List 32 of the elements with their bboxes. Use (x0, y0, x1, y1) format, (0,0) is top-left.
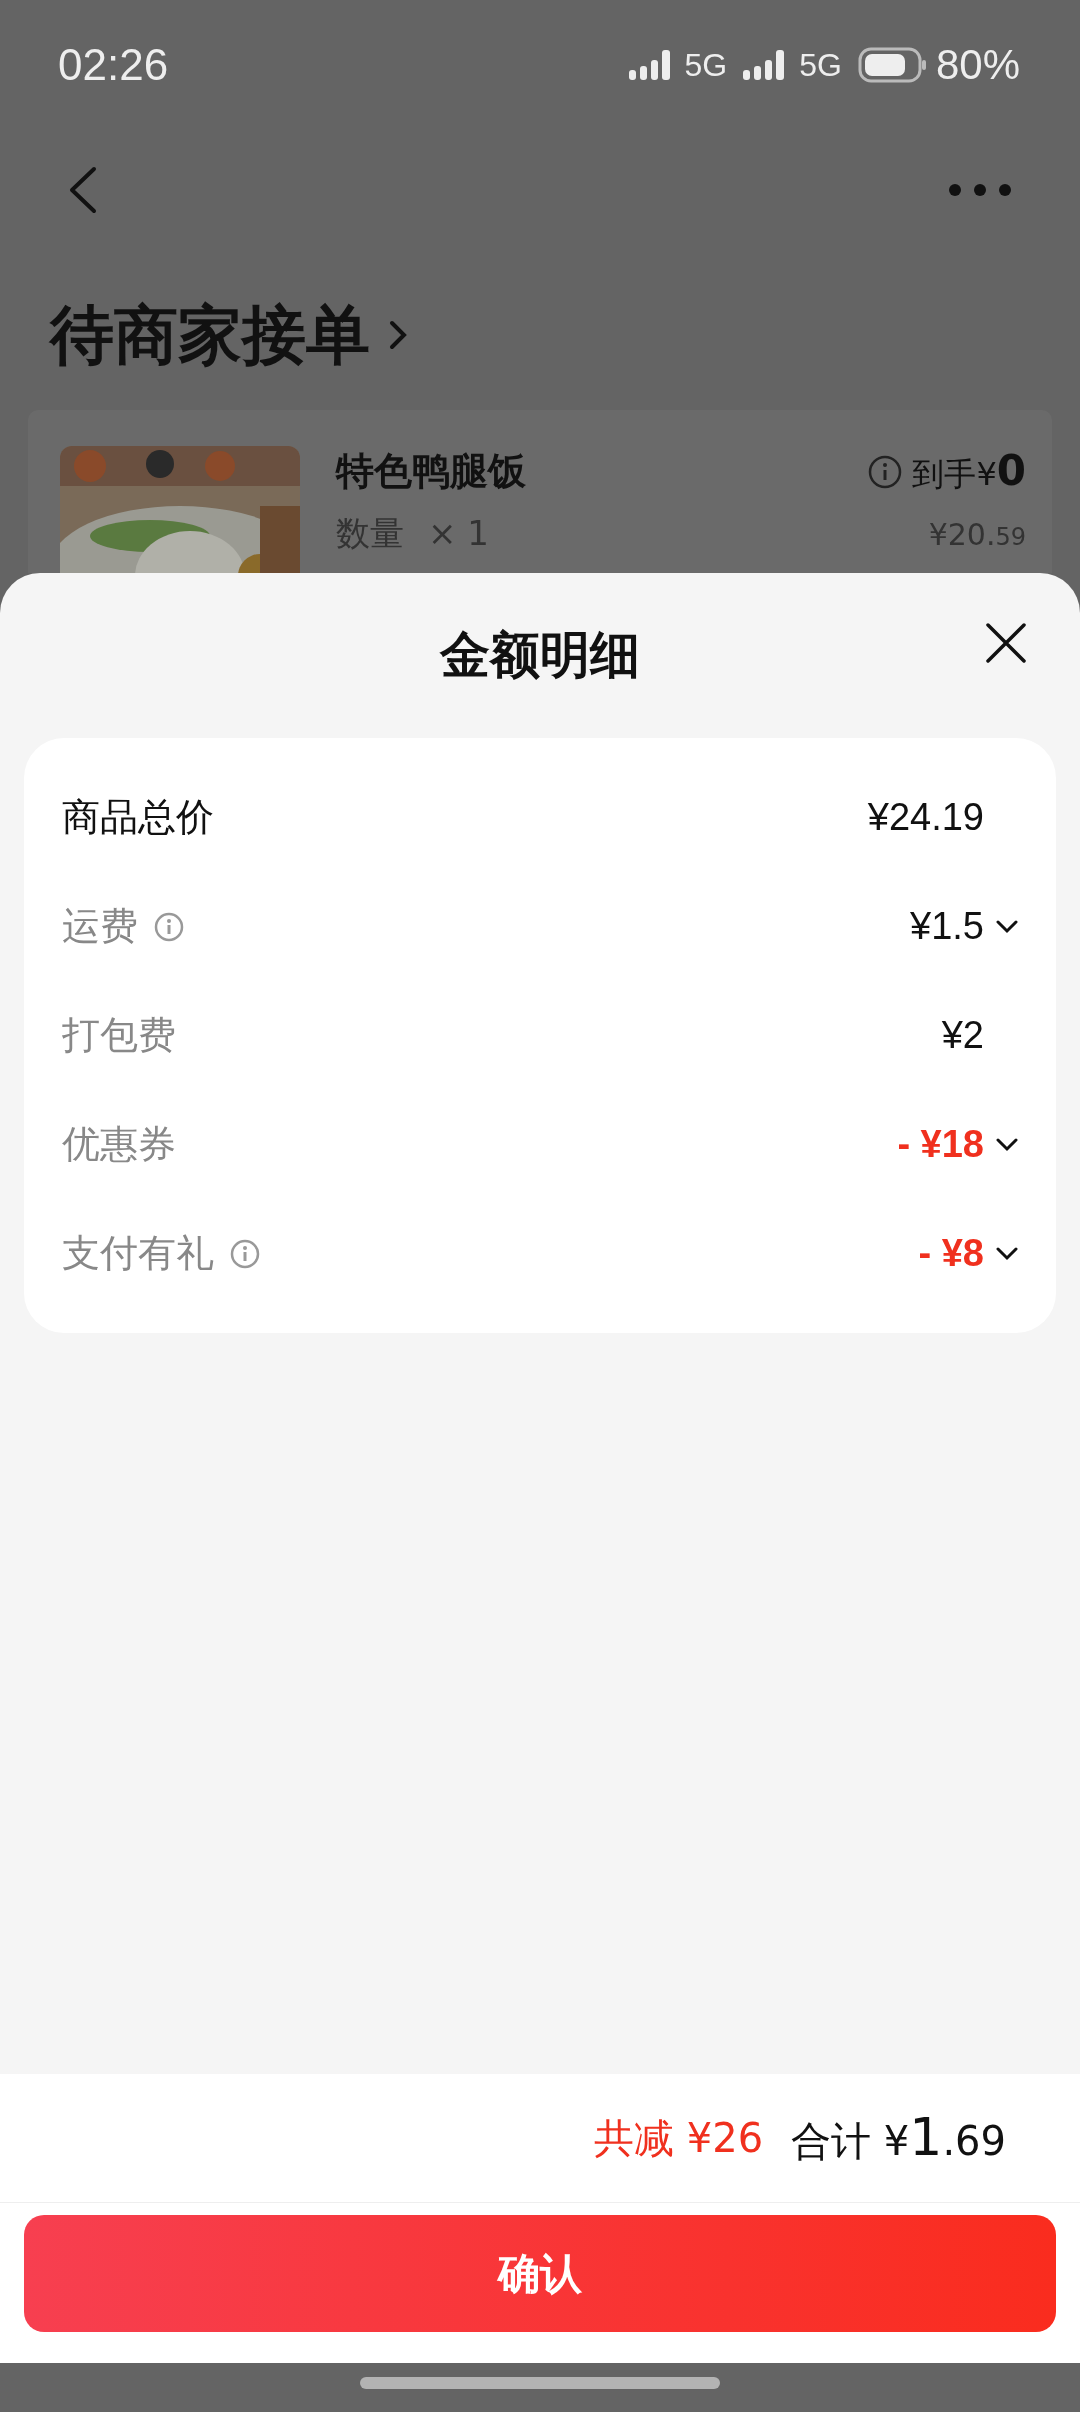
network-type: 5G (799, 46, 842, 84)
network-type: 5G (684, 46, 728, 84)
info-icon[interactable] (154, 911, 184, 942)
fee-label: 商品总价 (62, 794, 214, 841)
chevron-down-icon[interactable] (996, 1137, 1018, 1152)
info-icon[interactable] (868, 454, 903, 489)
battery-percent: 80% (935, 41, 1020, 89)
fee-amount: ¥1.5 (910, 905, 984, 948)
fee-amount: ¥24.19 (867, 796, 984, 839)
fee-amount: - ¥8 (918, 1232, 984, 1275)
item-price: ¥20.59 (928, 516, 1026, 552)
more-icon[interactable] (948, 183, 1012, 197)
fee-amount: - ¥18 (897, 1123, 984, 1166)
info-icon[interactable] (230, 1238, 260, 1269)
close-icon[interactable] (986, 623, 1026, 663)
confirm-button[interactable]: 确认 (24, 2215, 1056, 2332)
chevron-down-icon[interactable] (996, 1246, 1018, 1261)
total-discount: 共减 ¥26 (594, 2113, 764, 2163)
status-time: 02:26 (58, 40, 169, 90)
sheet-title: 金额明细 (440, 625, 640, 686)
net-price: 到手¥0 (912, 446, 1026, 497)
fee-label: 支付有礼 (62, 1230, 214, 1277)
fee-label: 运费 (62, 903, 138, 950)
fee-amount: ¥2 (941, 1014, 984, 1057)
order-status-title[interactable]: 待商家接单 (50, 291, 370, 379)
item-name: 特色鸭腿饭 (336, 448, 527, 495)
chevron-right-icon[interactable] (388, 319, 408, 351)
chevron-down-icon[interactable] (996, 919, 1018, 934)
fee-label: 优惠券 (62, 1121, 176, 1168)
fee-label: 打包费 (62, 1012, 176, 1059)
battery-icon (857, 47, 928, 83)
total-amount: 合计 ¥1.69 (791, 2107, 1006, 2169)
